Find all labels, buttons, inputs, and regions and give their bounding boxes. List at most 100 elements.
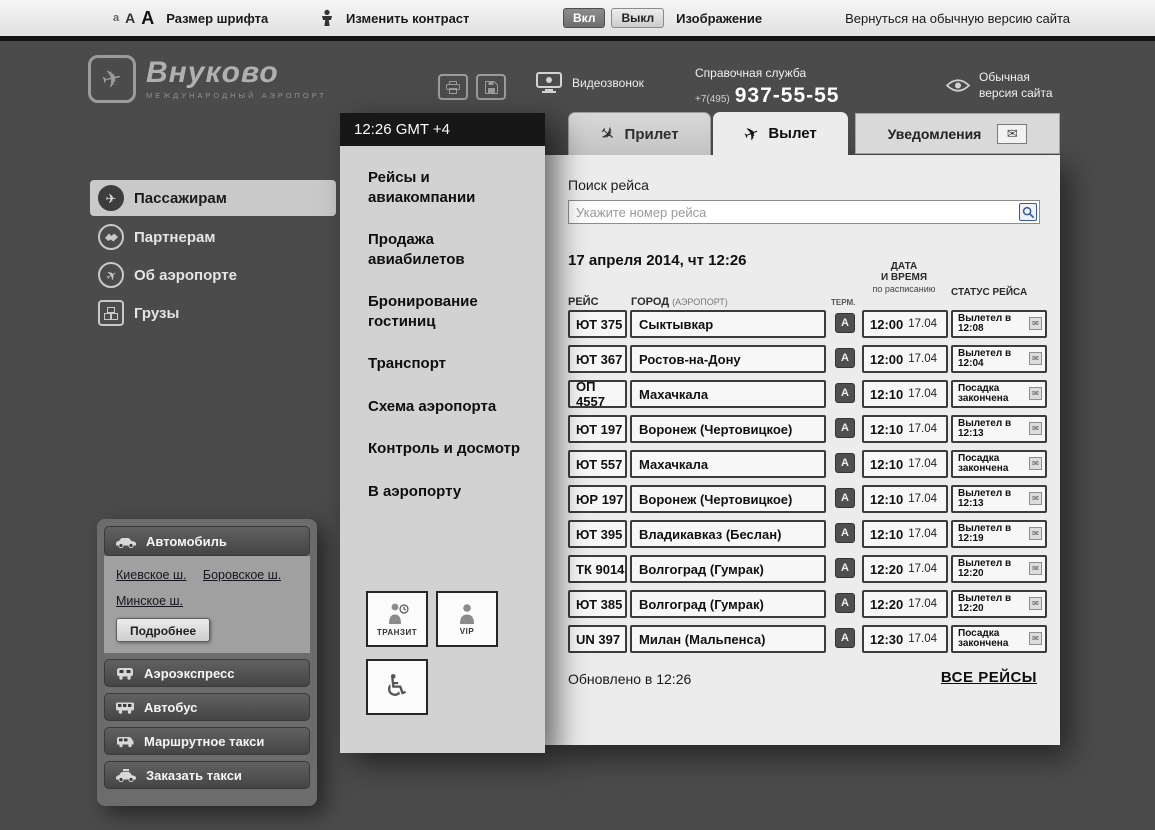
transport-item-aeroexpress[interactable]: Аэроэкспресс xyxy=(104,659,310,687)
menu-item-at-airport[interactable]: В аэропорту xyxy=(368,482,527,502)
status-notify-icon[interactable]: ✉ xyxy=(1029,387,1042,400)
flight-row: ЮТ 557 Махачкала A 12:1017.04 Посадка за… xyxy=(545,450,1060,485)
board-updated-label: Обновлено в 12:26 xyxy=(568,671,691,687)
font-size-controls: а А А Размер шрифта xyxy=(113,0,268,36)
board-date-heading: 17 апреля 2014, чт 12:26 xyxy=(568,252,747,269)
transit-service-button[interactable]: ТРАНЗИТ xyxy=(366,591,428,647)
highway-link-borovskoe[interactable]: Боровское ш. xyxy=(203,568,281,582)
highway-links-box: Киевское ш. Боровское ш. Минское ш. Подр… xyxy=(104,556,310,653)
flight-city[interactable]: Волгоград (Гумрак) xyxy=(630,590,826,618)
flight-city[interactable]: Ростов-на-Дону xyxy=(630,345,826,373)
transport-item-car[interactable]: Автомобиль xyxy=(104,526,310,556)
flight-time: 12:0017.04 xyxy=(862,345,948,373)
images-on-button[interactable]: Вкл xyxy=(563,8,605,28)
notifications-button[interactable]: Уведомления ✉ xyxy=(855,113,1060,154)
status-notify-icon[interactable]: ✉ xyxy=(1029,527,1042,540)
status-notify-icon[interactable]: ✉ xyxy=(1029,597,1042,610)
normal-version-label: Обычная версия сайта xyxy=(979,70,1071,101)
more-details-button[interactable]: Подробнее xyxy=(116,618,210,642)
menu-item-transport[interactable]: Транспорт xyxy=(368,354,527,374)
arrival-plane-icon: ✈ xyxy=(597,122,620,145)
flight-number[interactable]: ЮР 197 xyxy=(568,485,627,513)
column-header-status: СТАТУС РЕЙСА xyxy=(951,287,1027,298)
flight-city[interactable]: Воронеж (Чертовицкое) xyxy=(630,415,826,443)
flight-number[interactable]: ЮТ 557 xyxy=(568,450,627,478)
sidebar-item-passengers[interactable]: ✈ Пассажирам xyxy=(90,180,336,216)
status-notify-icon[interactable]: ✉ xyxy=(1029,317,1042,330)
flight-number[interactable]: ЮТ 197 xyxy=(568,415,627,443)
sidebar-item-partners[interactable]: Партнерам xyxy=(90,219,336,255)
menu-item-airport-map[interactable]: Схема аэропорта xyxy=(368,397,527,417)
flight-number[interactable]: ЮТ 385 xyxy=(568,590,627,618)
font-size-medium-button[interactable]: А xyxy=(125,11,135,25)
status-notify-icon[interactable]: ✉ xyxy=(1029,422,1042,435)
search-button[interactable] xyxy=(1019,203,1037,221)
terminal-badge: A xyxy=(835,558,855,578)
flight-search-input[interactable] xyxy=(568,200,1040,224)
flight-time: 12:1017.04 xyxy=(862,450,948,478)
tab-arrivals[interactable]: ✈ Прилет xyxy=(568,112,711,155)
menu-item-flights-airlines[interactable]: Рейсы и авиакомпании xyxy=(368,168,527,207)
flight-city[interactable]: Владикавказ (Беслан) xyxy=(630,520,826,548)
flight-status: Вылетел в 12:04✉ xyxy=(951,345,1047,373)
print-icon[interactable] xyxy=(438,74,468,100)
font-size-small-button[interactable]: а xyxy=(113,13,119,24)
video-call-link[interactable]: Видеозвонок xyxy=(536,72,644,93)
transport-item-bus[interactable]: Автобус xyxy=(104,693,310,721)
vnukovo-logo[interactable]: ✈ Внуково МЕЖДУНАРОДНЫЙ АЭРОПОРТ xyxy=(88,55,327,103)
status-notify-icon[interactable]: ✉ xyxy=(1029,562,1042,575)
flight-city[interactable]: Воронеж (Чертовицкое) xyxy=(630,485,826,513)
minibus-icon xyxy=(115,735,135,748)
flight-number[interactable]: ТК 9014 xyxy=(568,555,627,583)
flight-city[interactable]: Милан (Мальпенса) xyxy=(630,625,826,653)
flight-time: 12:1017.04 xyxy=(862,485,948,513)
tab-departures[interactable]: ✈ Вылет xyxy=(713,112,848,155)
flight-number[interactable]: ЮТ 375 xyxy=(568,310,627,338)
phone-code: +7(495) xyxy=(695,94,730,105)
flight-rows: ЮТ 375 Сыктывкар A 12:0017.04 Вылетел в … xyxy=(545,310,1060,660)
status-notify-icon[interactable]: ✉ xyxy=(1029,352,1042,365)
contrast-controls[interactable]: Изменить контраст xyxy=(320,0,469,36)
flight-time: 12:1017.04 xyxy=(862,520,948,548)
font-size-large-button[interactable]: А xyxy=(141,9,154,27)
flight-number[interactable]: ЮТ 367 xyxy=(568,345,627,373)
normal-version-link[interactable]: Обычная версия сайта xyxy=(946,70,1071,101)
images-label: Изображение xyxy=(676,11,762,26)
all-flights-link[interactable]: ВСЕ РЕЙСЫ xyxy=(941,669,1037,686)
status-notify-icon[interactable]: ✉ xyxy=(1029,632,1042,645)
back-to-normal-link[interactable]: Вернуться на обычную версию сайта xyxy=(845,0,1070,36)
flight-city[interactable]: Махачкала xyxy=(630,450,826,478)
train-icon xyxy=(115,667,135,680)
highway-link-minskoe[interactable]: Минское ш. xyxy=(116,594,183,608)
column-header-city: ГОРОД (АЭРОПОРТ) xyxy=(631,296,728,308)
highway-link-kievskoe[interactable]: Киевское ш. xyxy=(116,568,186,582)
tab-arrivals-label: Прилет xyxy=(625,126,679,143)
bus-icon xyxy=(115,701,135,714)
column-header-datetime: ДАТА И ВРЕМЯ по расписанию xyxy=(862,261,946,295)
transit-label: ТРАНЗИТ xyxy=(377,628,417,637)
flight-city[interactable]: Сыктывкар xyxy=(630,310,826,338)
images-controls: Вкл Выкл Изображение xyxy=(563,0,762,36)
save-icon[interactable] xyxy=(476,74,506,100)
status-notify-icon[interactable]: ✉ xyxy=(1029,457,1042,470)
sidebar-item-cargo[interactable]: Грузы xyxy=(90,295,336,331)
flight-number[interactable]: UN 397 xyxy=(568,625,627,653)
flight-board-panel: Поиск рейса 17 апреля 2014, чт 12:26 РЕЙ… xyxy=(545,155,1060,745)
status-notify-icon[interactable]: ✉ xyxy=(1029,492,1042,505)
images-off-button[interactable]: Выкл xyxy=(611,8,664,28)
taxi-icon xyxy=(115,769,137,782)
wheelchair-service-button[interactable]: ♿ xyxy=(366,659,428,715)
column-header-flight: РЕЙС xyxy=(568,296,599,308)
flight-city[interactable]: Махачкала xyxy=(630,380,826,408)
menu-item-hotel-booking[interactable]: Бронирование гостиниц xyxy=(368,292,527,331)
menu-item-control-screening[interactable]: Контроль и досмотр xyxy=(368,439,527,459)
logo-subtitle: МЕЖДУНАРОДНЫЙ АЭРОПОРТ xyxy=(146,91,327,100)
transport-item-order-taxi[interactable]: Заказать такси xyxy=(104,761,310,789)
menu-item-ticket-sales[interactable]: Продажа авиабилетов xyxy=(368,230,527,269)
flight-number[interactable]: ОП 4557 xyxy=(568,380,627,408)
vip-service-button[interactable]: VIP xyxy=(436,591,498,647)
transport-item-shuttle[interactable]: Маршрутное такси xyxy=(104,727,310,755)
sidebar-item-about-airport[interactable]: ✈ Об аэропорте xyxy=(90,257,336,293)
flight-city[interactable]: Волгоград (Гумрак) xyxy=(630,555,826,583)
flight-number[interactable]: ЮТ 395 xyxy=(568,520,627,548)
